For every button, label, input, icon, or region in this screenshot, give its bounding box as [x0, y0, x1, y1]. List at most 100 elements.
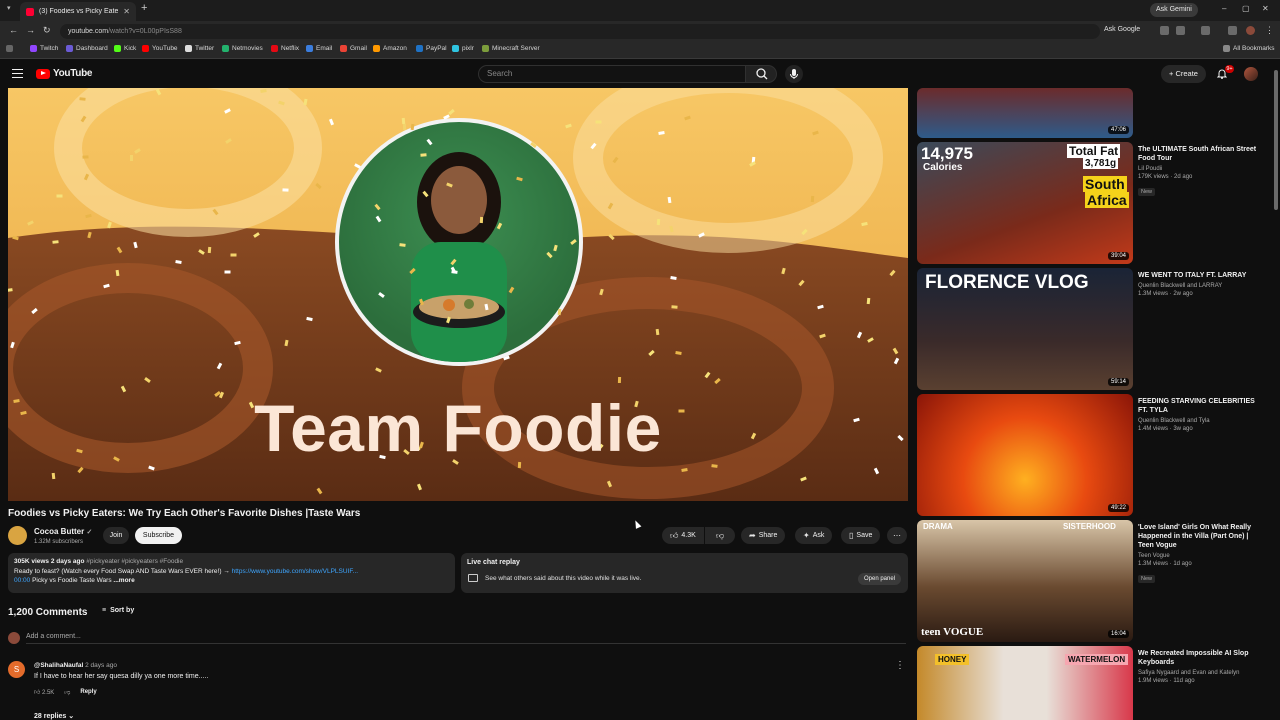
reload-icon[interactable]: ↻ [43, 25, 51, 36]
recommended-channel[interactable]: Quenlin Blackwell and LARRAY [1138, 283, 1262, 289]
bookmark-paypal[interactable]: PayPal [416, 45, 447, 52]
address-bar-row: ← → ↻ youtube.com/watch?v=0L00pPIsS88 As… [0, 21, 1280, 41]
recommended-title[interactable]: We Recreated Impossible AI Slop Keyboard… [1138, 649, 1262, 667]
bookmark-amazon[interactable]: Amazon [373, 45, 407, 52]
recommended-video[interactable]: 14,975 Calories Total Fat 3,781g South A… [917, 142, 1262, 264]
recommended-title[interactable]: WE WENT TO ITALY FT. LARRAY [1138, 271, 1262, 280]
bookmark-pixlr[interactable]: pixlr [452, 45, 474, 52]
thumb-caption: DRAMA [923, 522, 953, 531]
scrollbar-thumb[interactable] [1274, 70, 1278, 210]
recommended-video[interactable]: DRAMA SISTERHOOD teen VOGUE 16:04 'Love … [917, 520, 1262, 642]
forward-icon[interactable]: → [26, 25, 35, 35]
video-thumbnail[interactable]: 49:22 [917, 394, 1133, 516]
minimize-icon[interactable]: – [1222, 4, 1226, 13]
profile-icon[interactable] [1246, 26, 1255, 35]
recommended-video[interactable]: 47:06 [917, 88, 1262, 138]
account-avatar[interactable] [1244, 67, 1258, 81]
recommended-channel[interactable]: Quenlin Blackwell and Tyla [1138, 418, 1262, 424]
like-button[interactable]: 👍︎ 4.3K [662, 527, 704, 544]
new-tab-icon[interactable]: + [141, 2, 147, 14]
comment-like-button[interactable]: 👍︎ 2.5K [34, 688, 54, 696]
video-thumbnail[interactable]: DRAMA SISTERHOOD teen VOGUE 16:04 [917, 520, 1133, 642]
extension-icon[interactable] [1228, 26, 1237, 35]
live-chat-text: See what others said about this video wh… [485, 575, 642, 582]
bookmark-star-icon[interactable] [1176, 26, 1185, 35]
dislike-button[interactable]: 👎︎ [705, 527, 735, 544]
create-button[interactable]: + Create [1161, 65, 1206, 83]
bookmark-dashboard[interactable]: Dashboard [66, 45, 108, 52]
tab-search-icon[interactable]: ▾ [7, 4, 11, 12]
reply-button[interactable]: Reply [80, 689, 96, 695]
add-comment-input[interactable]: Add a comment... [26, 633, 906, 644]
share-button[interactable]: ➦ Share [741, 527, 786, 544]
comment-author[interactable]: @ShalihaNaufal 2 days ago [34, 662, 117, 669]
open-panel-button[interactable]: Open panel [858, 573, 902, 585]
show-more-link[interactable]: ...more [113, 577, 134, 584]
maximize-icon[interactable]: ▢ [1242, 4, 1250, 13]
menu-icon[interactable] [12, 69, 23, 78]
video-duration: 59:14 [1107, 378, 1129, 386]
thumbs-down-icon: 👎︎ [715, 531, 725, 540]
bookmark-email[interactable]: Email [306, 45, 332, 52]
join-button[interactable]: Join [103, 527, 129, 544]
subscribe-button[interactable]: Subscribe [135, 527, 182, 544]
ask-google-button[interactable]: Ask Google [1104, 26, 1140, 33]
search-button[interactable] [745, 65, 777, 83]
tab-close-icon[interactable]: ✕ [123, 7, 130, 16]
bookmark-youtube[interactable]: YouTube [142, 45, 178, 52]
video-thumbnail[interactable]: HONEY WATERMELON [917, 646, 1133, 720]
video-player[interactable]: Team Foodie [8, 88, 908, 501]
hashtags[interactable]: #pickyeater #pickyeaters #Foodie [86, 558, 183, 565]
window-close-icon[interactable]: ✕ [1262, 4, 1269, 13]
bookmark-twitch[interactable]: Twitch [30, 45, 58, 52]
recommended-title[interactable]: FEEDING STARVING CELEBRITIES FT. TYLA [1138, 397, 1262, 415]
video-description[interactable]: 305K views 2 days ago #pickyeater #picky… [8, 553, 455, 593]
channel-avatar[interactable] [8, 526, 27, 545]
recommended-channel[interactable]: Teen Vogue [1138, 553, 1262, 559]
recommended-channel[interactable]: Safiya Nygaard and Evan and Katelyn [1138, 670, 1262, 676]
all-bookmarks-folder[interactable]: All Bookmarks [1223, 45, 1275, 52]
bookmark-netmovies[interactable]: Netmovies [222, 45, 263, 52]
bookmark-minecraft-server[interactable]: Minecraft Server [482, 45, 540, 52]
bookmark-twitter[interactable]: Twitter [185, 45, 214, 52]
bookmark-gmail[interactable]: Gmail [340, 45, 367, 52]
comment-dislike-icon[interactable]: 👎︎ [64, 688, 70, 696]
youtube-logo[interactable]: YouTube [36, 68, 93, 79]
browser-menu-icon[interactable]: ⋮ [1265, 25, 1274, 36]
extensions-icon[interactable] [1201, 26, 1210, 35]
browser-tab-active[interactable]: (3) Foodies vs Picky Eaters: We ✕ [20, 2, 136, 21]
install-icon[interactable] [1160, 26, 1169, 35]
view-replies-button[interactable]: 28 replies ⌄ [34, 712, 74, 720]
recommended-title[interactable]: 'Love Island' Girls On What Really Happe… [1138, 523, 1262, 550]
thumb-caption: 3,781g [1083, 158, 1119, 169]
recommended-title[interactable]: The ULTIMATE South African Street Food T… [1138, 145, 1262, 163]
sort-comments-button[interactable]: ≡ Sort by [102, 607, 134, 614]
url-input[interactable]: youtube.com/watch?v=0L00pPIsS88 [60, 24, 1100, 39]
video-thumbnail[interactable]: 47:06 [917, 88, 1133, 138]
recommended-channel[interactable]: Lil Poudii [1138, 166, 1262, 172]
video-title: Foodies vs Picky Eaters: We Try Each Oth… [8, 508, 361, 519]
bookmark-netflix[interactable]: Netflix [271, 45, 299, 52]
description-link[interactable]: https://www.youtube.com/show/VLPLSUIF... [232, 568, 358, 575]
sort-icon: ≡ [102, 607, 107, 614]
video-thumbnail[interactable]: 14,975 Calories Total Fat 3,781g South A… [917, 142, 1133, 264]
apps-icon[interactable] [6, 45, 13, 52]
comment-more-icon[interactable]: ⋮ [895, 660, 905, 671]
channel-name[interactable]: Cocoa Butter ✓ [34, 527, 92, 536]
commenter-avatar[interactable]: S [8, 661, 25, 678]
search-input[interactable]: Search [478, 65, 746, 83]
chapter-timestamp[interactable]: 00:00 [14, 577, 30, 584]
ask-gemini-button[interactable]: Ask Gemini [1150, 3, 1198, 17]
save-button[interactable]: ▯ Save [841, 527, 881, 544]
voice-search-button[interactable] [785, 65, 803, 83]
recommended-video[interactable]: HONEY WATERMELON We Recreated Impossible… [917, 646, 1262, 720]
recommended-video[interactable]: FLORENCE VLOG 59:14 WE WENT TO ITALY FT.… [917, 268, 1262, 390]
video-thumbnail[interactable]: FLORENCE VLOG 59:14 [917, 268, 1133, 390]
back-icon[interactable]: ← [9, 25, 18, 35]
bookmark-kick[interactable]: Kick [114, 45, 136, 52]
more-actions-button[interactable]: ⋯ [887, 527, 907, 544]
confetti-piece [402, 123, 407, 131]
ask-button[interactable]: ✦ Ask [795, 527, 833, 544]
confetti-piece [207, 246, 212, 254]
recommended-video[interactable]: 49:22 FEEDING STARVING CELEBRITIES FT. T… [917, 394, 1262, 516]
